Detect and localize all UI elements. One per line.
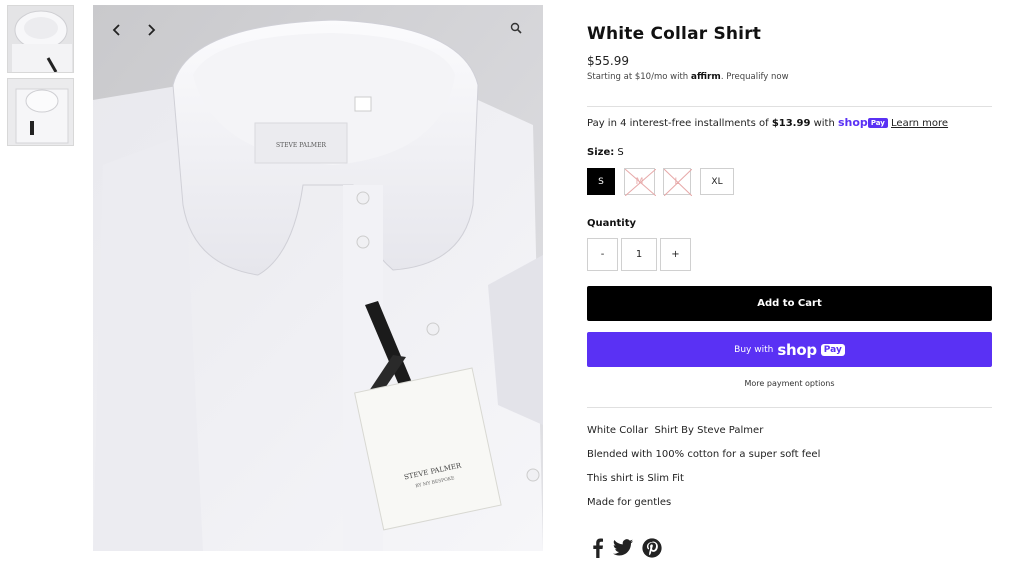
- installments-prefix: Pay in 4 interest-free installments of: [587, 118, 769, 129]
- product-price: $55.99: [587, 54, 629, 68]
- size-option-label: XL: [711, 176, 723, 187]
- thumbnail-collar[interactable]: [7, 5, 74, 73]
- zoom-icon[interactable]: [510, 22, 528, 40]
- size-option-s[interactable]: S: [587, 168, 615, 195]
- size-option-m[interactable]: M: [624, 168, 656, 196]
- pay-badge: Pay: [820, 343, 845, 356]
- buy-with-shop-pay-button[interactable]: Buy with shop Pay: [587, 332, 992, 367]
- quantity-input[interactable]: 1: [621, 238, 657, 271]
- facebook-icon[interactable]: [587, 537, 609, 559]
- add-to-cart-button[interactable]: Add to Cart: [587, 286, 992, 321]
- size-option-l[interactable]: L: [663, 168, 692, 196]
- unavailable-cross-icon: [625, 169, 656, 196]
- description-line: White Collar Shirt By Steve Palmer: [587, 425, 764, 436]
- description-line: Made for gentles: [587, 497, 672, 508]
- twitter-icon[interactable]: [612, 537, 634, 559]
- size-option-label: S: [598, 176, 604, 187]
- description-line: Blended with 100% cotton for a super sof…: [587, 449, 821, 460]
- unavailable-cross-icon: [664, 169, 692, 196]
- size-selected-value: S: [617, 147, 624, 158]
- shop-pay-logo: shop: [838, 116, 868, 129]
- divider: [587, 407, 992, 408]
- description-line: This shirt is Slim Fit: [587, 473, 684, 484]
- quantity-decrement-button[interactable]: -: [587, 238, 618, 271]
- product-title: White Collar Shirt: [587, 24, 762, 44]
- size-label: Size: S: [587, 147, 624, 158]
- buy-with-text: Buy with: [734, 344, 774, 355]
- collar-label-text: STEVE PALMER: [276, 142, 326, 149]
- quantity-label: Quantity: [587, 218, 636, 229]
- prequalify-link[interactable]: Prequalify now: [726, 72, 788, 82]
- pinterest-icon[interactable]: [641, 537, 663, 559]
- thumbnail-folded-shirt[interactable]: [7, 78, 74, 146]
- affirm-promo: Starting at $10/mo with affirm. Prequali…: [587, 72, 789, 82]
- installment-amount: $13.99: [771, 118, 811, 129]
- affirm-text: Starting at $10/mo with: [587, 72, 689, 82]
- size-option-xl[interactable]: XL: [700, 168, 734, 195]
- divider: [587, 106, 992, 107]
- shop-pay-pill: Pay: [867, 118, 888, 128]
- main-product-image: STEVE PALMER STEVE PALMER BY MY BESPOKE: [93, 5, 543, 551]
- chevron-right-icon[interactable]: [140, 19, 162, 41]
- quantity-increment-button[interactable]: +: [660, 238, 691, 271]
- installments-text: Pay in 4 interest-free installments of $…: [587, 116, 948, 129]
- installments-with: with: [813, 118, 835, 129]
- shop-logo: shop: [777, 340, 817, 359]
- chevron-left-icon[interactable]: [106, 19, 128, 41]
- learn-more-link[interactable]: Learn more: [891, 118, 948, 129]
- size-label-text: Size:: [587, 147, 615, 158]
- affirm-logo: affirm: [690, 72, 721, 82]
- more-payment-options-link[interactable]: More payment options: [587, 379, 992, 388]
